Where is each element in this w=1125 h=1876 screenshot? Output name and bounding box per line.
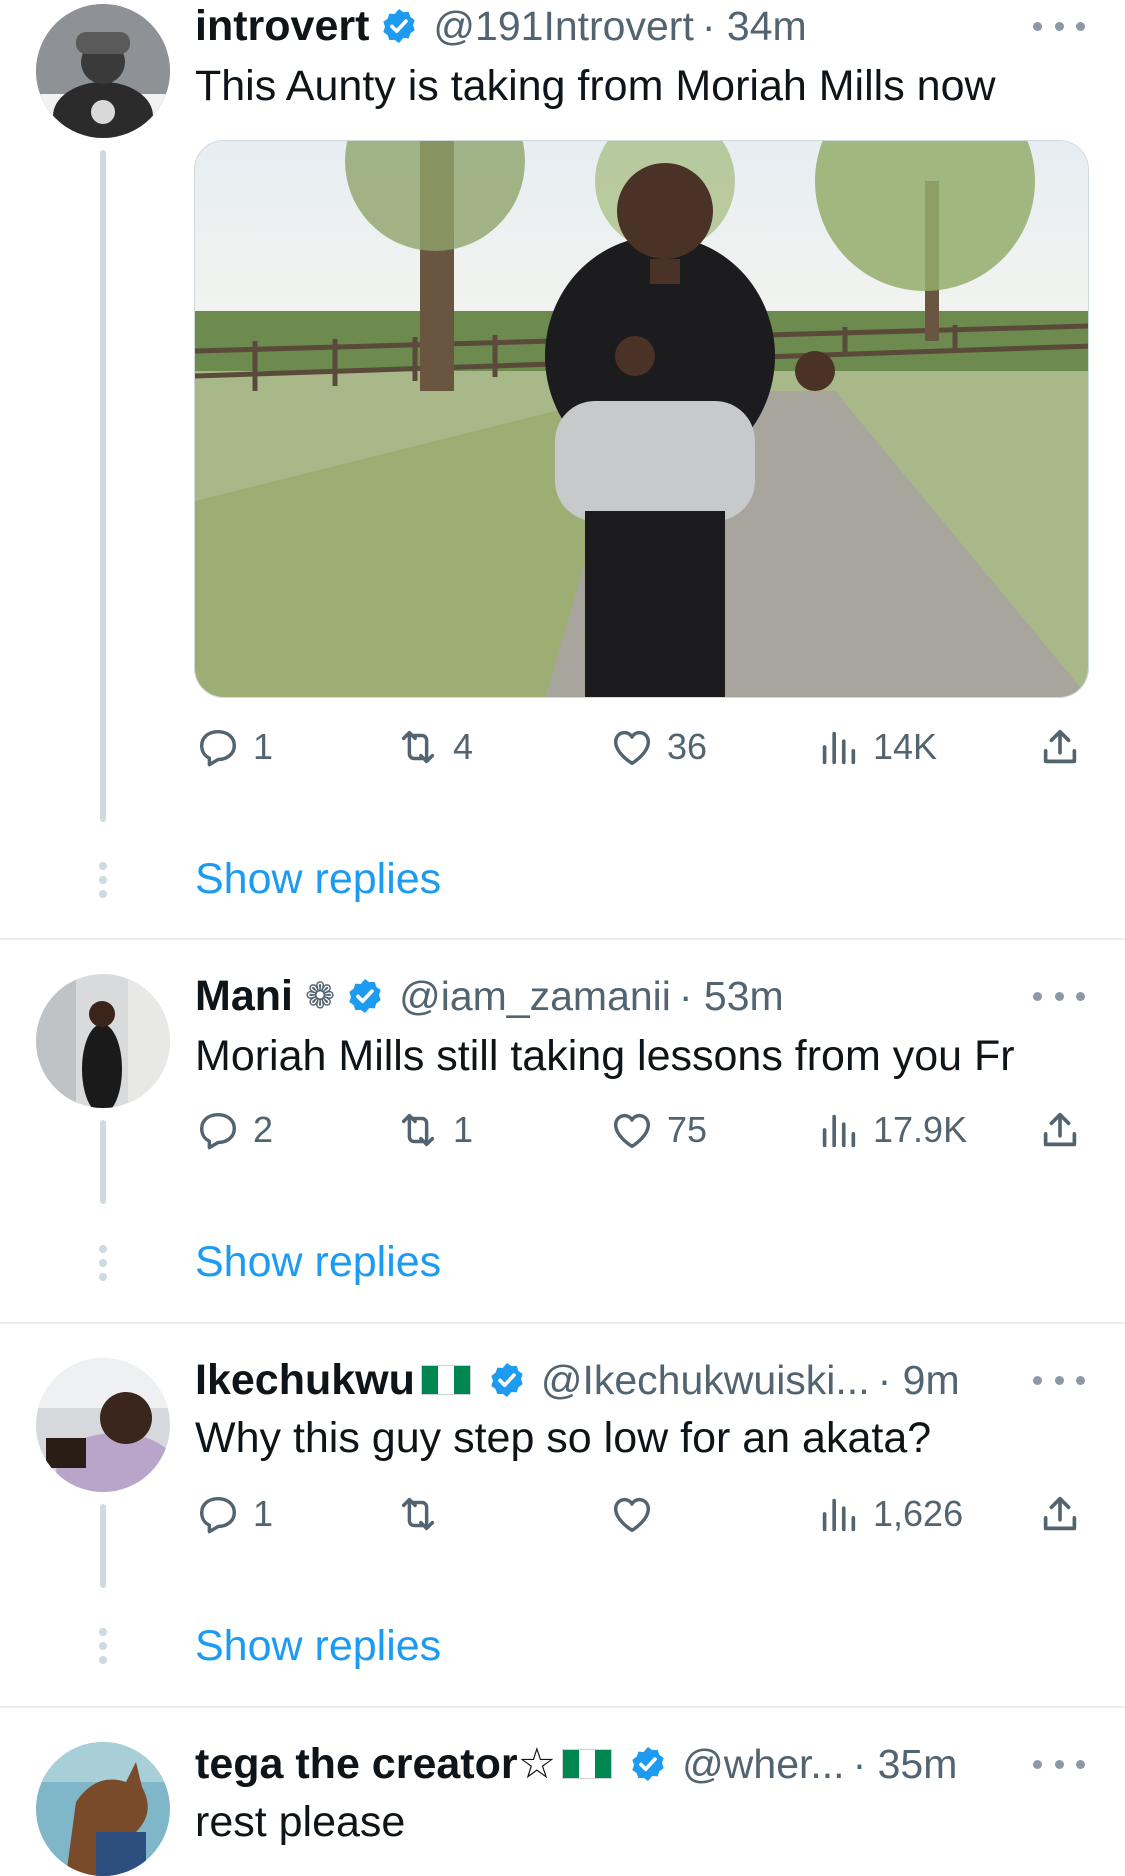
retweet-icon — [395, 1491, 441, 1537]
tweet-text: This Aunty is taking from Moriah Mills n… — [195, 62, 996, 110]
display-name[interactable]: Ikechukwu — [195, 1356, 415, 1405]
tweet-header: Mani ❁ @iam_zamanii · 53m — [195, 970, 1085, 1022]
display-name[interactable]: introvert — [195, 2, 369, 51]
views-icon — [815, 724, 861, 770]
retweet-count: 1 — [453, 1109, 474, 1150]
nigeria-flag-icon — [562, 1749, 613, 1779]
timestamp[interactable]: · 53m — [679, 973, 784, 1020]
display-name[interactable]: Mani — [195, 972, 293, 1021]
verified-badge-icon — [628, 1744, 668, 1784]
reply-button[interactable]: 1 — [195, 1489, 273, 1539]
more-icon[interactable] — [1033, 1754, 1085, 1774]
divider — [0, 1322, 1125, 1324]
share-button[interactable] — [1037, 722, 1083, 772]
share-button[interactable] — [1037, 1105, 1083, 1155]
display-name[interactable]: tega the creator☆ — [195, 1739, 556, 1789]
thread-more-dots-icon — [96, 1628, 110, 1668]
like-count: 36 — [667, 726, 708, 767]
thread-line — [100, 1504, 106, 1588]
retweet-count: 4 — [453, 726, 474, 767]
thread-line — [100, 150, 106, 822]
verified-badge-icon — [379, 6, 419, 46]
verified-badge-icon — [345, 976, 385, 1016]
views-button[interactable]: 17.9K — [815, 1105, 967, 1155]
show-replies-link[interactable]: Show replies — [195, 855, 441, 904]
like-button[interactable] — [609, 1489, 667, 1539]
like-icon — [609, 1107, 655, 1153]
like-button[interactable]: 36 — [609, 722, 707, 772]
avatar[interactable] — [36, 4, 170, 138]
reply-icon — [195, 724, 241, 770]
tweet-actions: 1 1,626 — [195, 1489, 1085, 1539]
flower-emoji-icon: ❁ — [304, 975, 336, 1016]
tweet-header: introvert @191Introvert · 34m — [195, 0, 1085, 52]
view-count: 14K — [873, 726, 938, 767]
view-count: 1,626 — [873, 1493, 964, 1534]
view-count: 17.9K — [873, 1109, 968, 1150]
tweet-tega[interactable]: tega the creator☆ @wher... · 35m rest pl… — [0, 1738, 1125, 1876]
retweet-button[interactable]: 4 — [395, 722, 473, 772]
more-icon[interactable] — [1033, 986, 1085, 1006]
tweet-actions: 1 4 36 14K — [195, 722, 1085, 772]
reply-icon — [195, 1107, 241, 1153]
avatar[interactable] — [36, 1358, 170, 1492]
reply-count: 2 — [253, 1109, 274, 1150]
tweet-header: Ikechukwu @Ikechukwuiski... · 9m — [195, 1354, 1085, 1406]
views-button[interactable]: 1,626 — [815, 1489, 963, 1539]
tweet-text: Why this guy step so low for an akata? — [195, 1414, 932, 1462]
tweet-text: Moriah Mills still taking lessons from y… — [195, 1032, 1015, 1080]
nigeria-flag-icon — [420, 1365, 471, 1395]
divider — [0, 1706, 1125, 1708]
reply-button[interactable]: 1 — [195, 722, 273, 772]
reply-count: 1 — [253, 1493, 274, 1534]
share-icon — [1037, 724, 1083, 770]
thread-more-dots-icon — [96, 1245, 110, 1285]
like-icon — [609, 724, 655, 770]
retweet-button[interactable]: 1 — [395, 1105, 473, 1155]
tweet-ikechukwu[interactable]: Ikechukwu @Ikechukwuiski... · 9m Why thi… — [0, 1354, 1125, 1709]
tweet-photo[interactable] — [194, 140, 1089, 698]
user-handle[interactable]: @191Introvert — [433, 3, 693, 50]
retweet-icon — [395, 724, 441, 770]
reply-icon — [195, 1491, 241, 1537]
views-icon — [815, 1107, 861, 1153]
avatar[interactable] — [36, 974, 170, 1108]
timestamp[interactable]: · 35m — [853, 1741, 958, 1788]
thread-line — [100, 1120, 106, 1204]
user-handle[interactable]: @Ikechukwuiski... — [541, 1357, 870, 1404]
show-replies-link[interactable]: Show replies — [195, 1622, 441, 1671]
avatar[interactable] — [36, 1742, 170, 1876]
like-button[interactable]: 75 — [609, 1105, 707, 1155]
share-button[interactable] — [1037, 1489, 1083, 1539]
user-handle[interactable]: @wher... — [682, 1741, 844, 1788]
tweet-introvert[interactable]: introvert @191Introvert · 34m This Aunty… — [0, 0, 1125, 940]
divider — [0, 938, 1125, 940]
views-button[interactable]: 14K — [815, 722, 937, 772]
timestamp[interactable]: · 34m — [702, 3, 807, 50]
timestamp[interactable]: · 9m — [878, 1357, 960, 1404]
tweet-text: rest please — [195, 1798, 406, 1846]
more-icon[interactable] — [1033, 1370, 1085, 1390]
tweet-mani[interactable]: Mani ❁ @iam_zamanii · 53m Moriah Mills s… — [0, 970, 1125, 1325]
retweet-button[interactable] — [395, 1489, 453, 1539]
views-icon — [815, 1491, 861, 1537]
share-icon — [1037, 1107, 1083, 1153]
tweet-header: tega the creator☆ @wher... · 35m — [195, 1738, 1085, 1790]
show-replies-link[interactable]: Show replies — [195, 1238, 441, 1287]
tweet-actions: 2 1 75 17.9K — [195, 1105, 1085, 1155]
user-handle[interactable]: @iam_zamanii — [399, 973, 671, 1020]
reply-count: 1 — [253, 726, 274, 767]
like-icon — [609, 1491, 655, 1537]
retweet-icon — [395, 1107, 441, 1153]
thread-more-dots-icon — [96, 862, 110, 902]
reply-button[interactable]: 2 — [195, 1105, 273, 1155]
like-count: 75 — [667, 1109, 708, 1150]
verified-badge-icon — [487, 1360, 527, 1400]
share-icon — [1037, 1491, 1083, 1537]
more-icon[interactable] — [1033, 16, 1085, 36]
